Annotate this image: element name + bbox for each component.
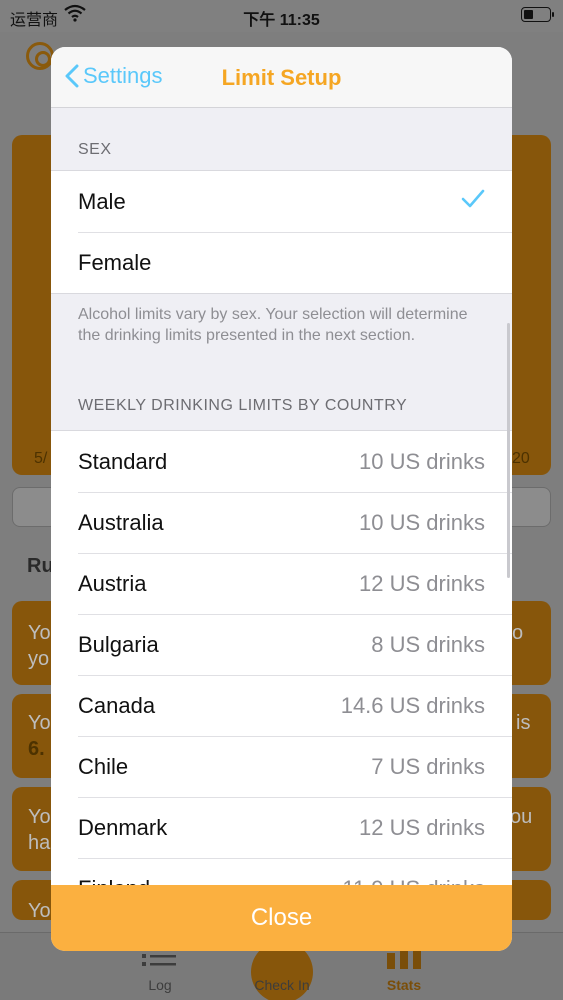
sex-section-header: SEX xyxy=(78,141,112,158)
tab-check-in[interactable]: Check In xyxy=(241,977,323,993)
country-name: Denmark xyxy=(78,814,168,840)
country-name: Austria xyxy=(78,570,147,596)
country-limit: 12 US drinks xyxy=(359,570,485,596)
country-limit: 8 US drinks xyxy=(371,631,485,657)
limit-setup-modal: Settings Limit Setup SEX Male Female Alc… xyxy=(51,47,512,951)
background-fragment: ha xyxy=(28,832,51,854)
background-fragment: 5/ xyxy=(34,450,48,467)
tab-log[interactable]: Log xyxy=(140,977,180,993)
country-section-header: WEEKLY DRINKING LIMITS BY COUNTRY xyxy=(78,397,408,414)
country-limits-list: Standard 10 US drinks Australia 10 US dr… xyxy=(51,430,512,920)
close-button[interactable]: Close xyxy=(51,885,512,951)
country-limit: 12 US drinks xyxy=(359,814,485,840)
sex-section-note: Alcohol limits vary by sex. Your selecti… xyxy=(78,306,468,344)
background-fragment: Yo xyxy=(28,622,51,644)
sex-option-label: Female xyxy=(78,249,152,275)
country-row[interactable]: Austria 12 US drinks xyxy=(51,553,512,614)
background-fragment: Yo xyxy=(28,900,51,922)
country-row[interactable]: Australia 10 US drinks xyxy=(51,492,512,553)
settings-list: SEX Male Female Alcohol limits vary by s… xyxy=(51,108,512,920)
background-fragment: Yo xyxy=(28,806,51,828)
background-fragment: 20 xyxy=(512,450,530,467)
country-limit: 10 US drinks xyxy=(359,448,485,474)
country-row[interactable]: Bulgaria 8 US drinks xyxy=(51,614,512,675)
country-row[interactable]: Chile 7 US drinks xyxy=(51,736,512,797)
sex-option-male[interactable]: Male xyxy=(51,171,512,232)
country-limit: 7 US drinks xyxy=(371,753,485,779)
background-fragment: Yo xyxy=(28,712,51,734)
country-name: Chile xyxy=(78,753,129,779)
gear-icon xyxy=(26,42,54,70)
background-fragment: 6. xyxy=(28,738,45,760)
background-fragment: o xyxy=(512,622,524,644)
modal-nav-bar: Settings Limit Setup xyxy=(51,47,512,108)
country-row[interactable]: Canada 14.6 US drinks xyxy=(51,675,512,736)
country-name: Australia xyxy=(78,509,164,535)
sex-options: Male Female xyxy=(51,170,512,294)
background-fragment: yo xyxy=(28,648,50,670)
page-title: Limit Setup xyxy=(221,65,342,90)
battery-icon xyxy=(521,7,554,22)
country-row[interactable]: Standard 10 US drinks xyxy=(51,431,512,492)
status-time: 下午 11:35 xyxy=(243,12,320,29)
background-fragment: Ru xyxy=(27,555,54,577)
sex-option-label: Male xyxy=(78,188,126,214)
background-fragment: is xyxy=(516,712,531,734)
country-name: Bulgaria xyxy=(78,631,159,657)
background-fragment: ou xyxy=(510,806,533,828)
country-limit: 14.6 US drinks xyxy=(340,692,485,718)
status-bar: 运营商 下午 11:35 xyxy=(0,0,563,32)
country-name: Standard xyxy=(78,448,168,474)
country-name: Canada xyxy=(78,692,156,718)
country-row[interactable]: Denmark 12 US drinks xyxy=(51,797,512,858)
scroll-indicator[interactable] xyxy=(507,323,510,578)
checkmark-icon xyxy=(461,189,485,215)
country-limit: 10 US drinks xyxy=(359,509,485,535)
sex-option-female[interactable]: Female xyxy=(51,232,512,293)
tab-stats[interactable]: Stats xyxy=(381,977,427,993)
